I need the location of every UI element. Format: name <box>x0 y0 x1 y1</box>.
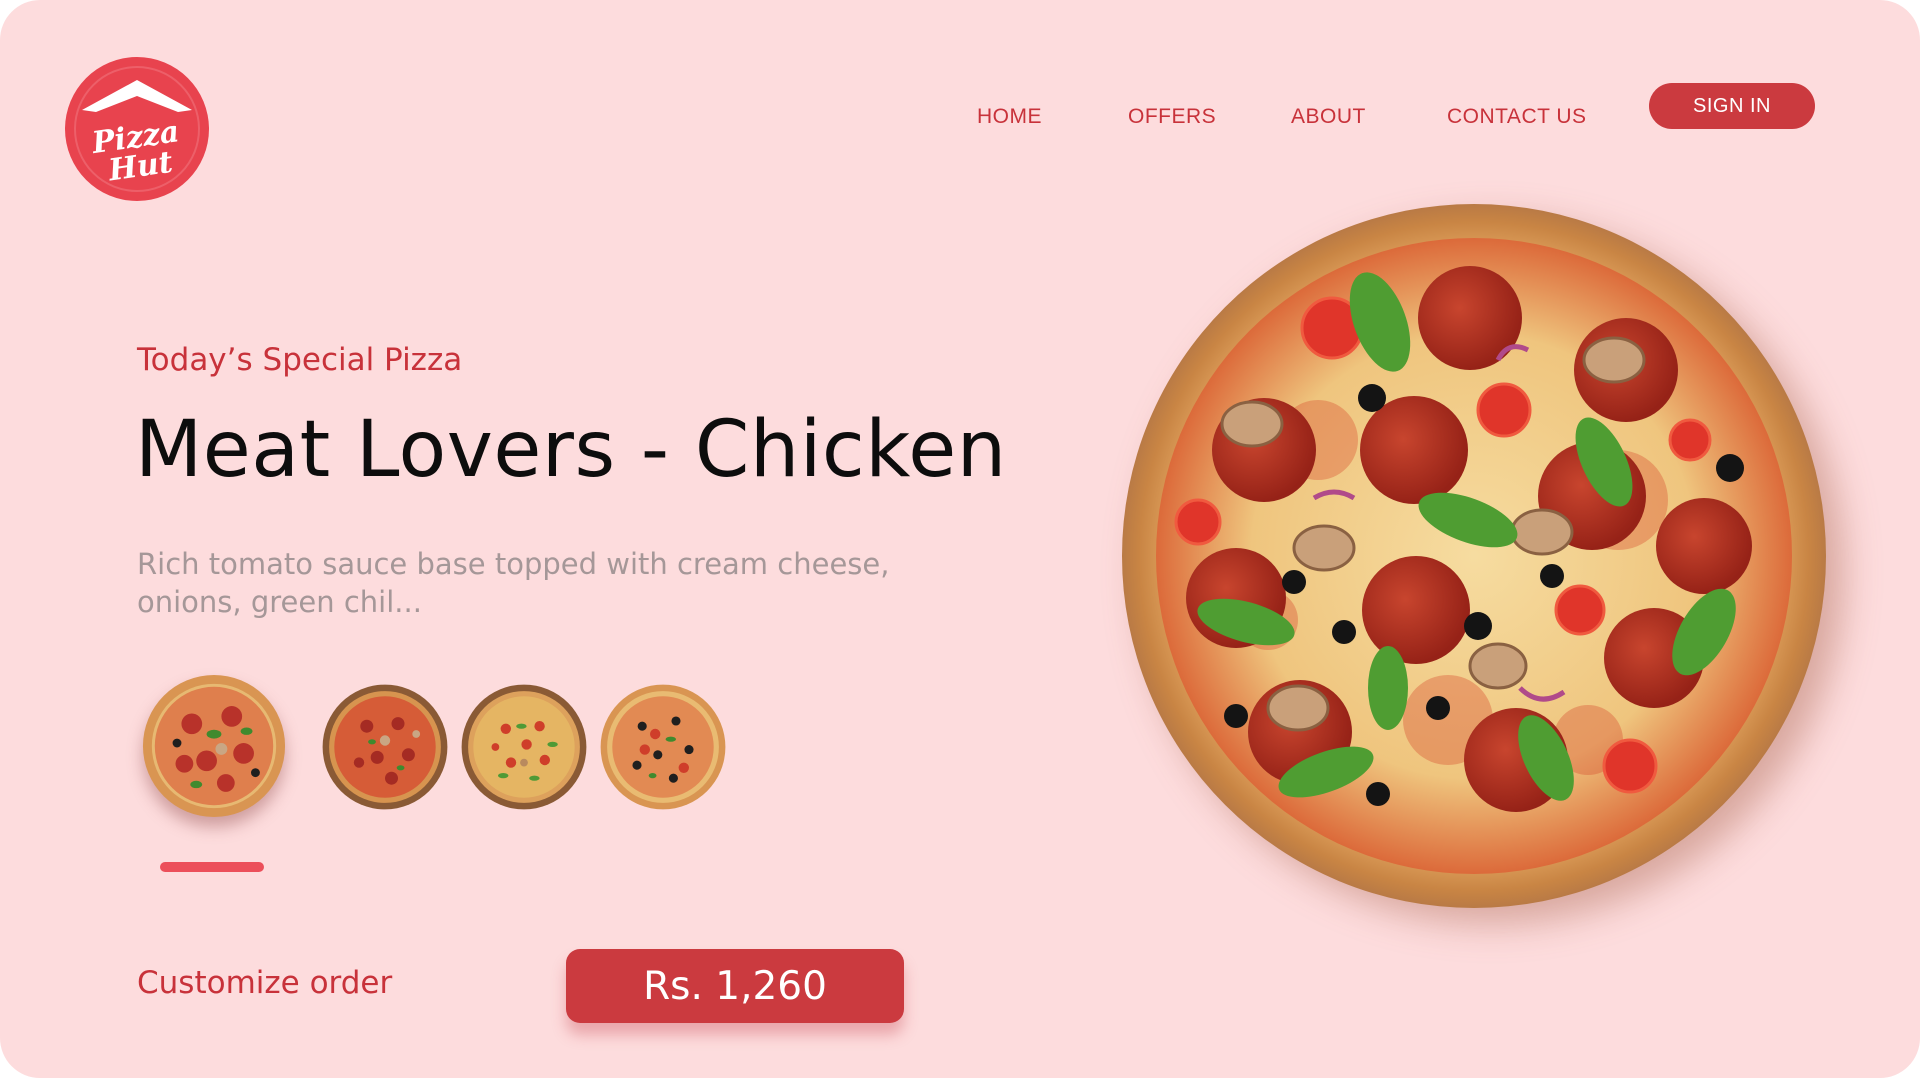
pizza-thumbnail-icon <box>461 684 587 810</box>
pizza-thumbnail-2[interactable] <box>320 682 450 812</box>
pizza-thumbnail-icon <box>142 674 286 818</box>
page-card: Pizza Hut HOME OFFERS ABOUT CONTACT US S… <box>0 0 1920 1078</box>
nav-home[interactable]: HOME <box>977 105 1042 129</box>
pizza-description: Rich tomato sauce base topped with cream… <box>137 547 890 619</box>
pizza-thumbnail-3[interactable] <box>459 682 589 812</box>
nav-about[interactable]: ABOUT <box>1291 105 1366 129</box>
pizza-thumbnails <box>140 672 740 822</box>
nav-offers[interactable]: OFFERS <box>1128 105 1216 129</box>
pizza-image-icon <box>1122 204 1826 908</box>
nav-contact-us[interactable]: CONTACT US <box>1447 105 1587 129</box>
pizza-thumbnail-icon <box>322 684 448 810</box>
pizza-thumbnail-4[interactable] <box>598 682 728 812</box>
pizza-thumbnail-icon <box>600 684 726 810</box>
customize-order-link[interactable]: Customize order <box>137 965 392 1001</box>
pizza-thumbnail-1[interactable] <box>140 672 288 820</box>
special-label: Today’s Special Pizza <box>137 342 463 378</box>
pizza-hut-logo[interactable]: Pizza Hut <box>60 52 214 206</box>
carousel-indicator <box>160 862 264 872</box>
hero-pizza-image <box>1118 200 1830 912</box>
sign-in-button[interactable]: SIGN IN <box>1649 83 1815 129</box>
logo-icon: Pizza Hut <box>65 57 209 201</box>
pizza-title: Meat Lovers - Chicken <box>135 405 1007 495</box>
price-button[interactable]: Rs. 1,260 <box>566 949 904 1023</box>
